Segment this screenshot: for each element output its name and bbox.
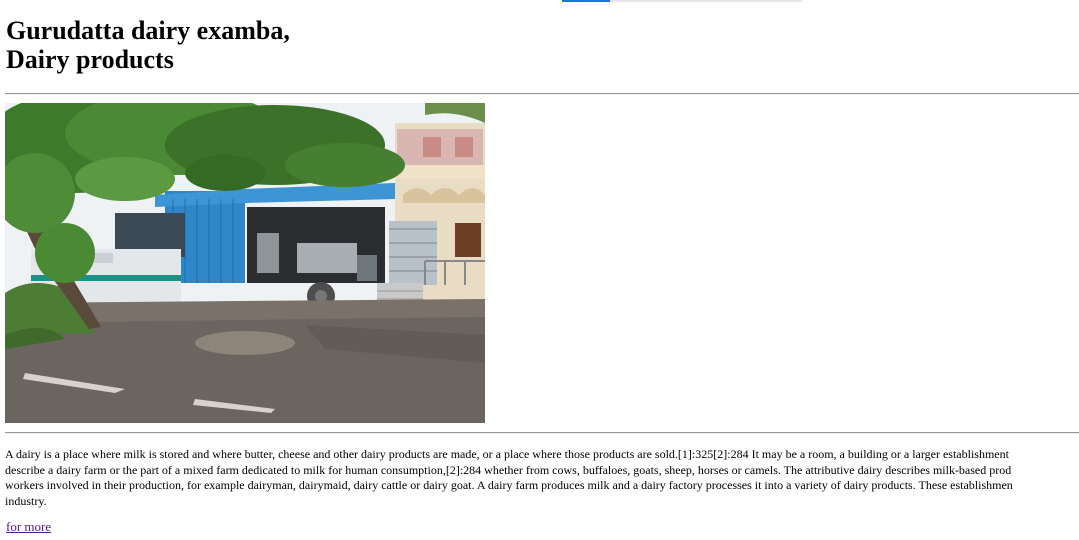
heading-line-1: Gurudatta dairy examba,: [6, 16, 290, 45]
dairy-description: A dairy is a place where milk is stored …: [5, 447, 1079, 509]
top-progress-indicator: [562, 0, 610, 2]
top-progress-bar: [562, 0, 802, 2]
dairy-shop-photo: [5, 103, 485, 423]
heading-line-2: Dairy products: [6, 45, 174, 74]
page-heading: Gurudatta dairy examba, Dairy products: [6, 16, 290, 74]
for-more-link[interactable]: for more: [6, 519, 51, 535]
description-line-2: describe a dairy farm or the part of a m…: [5, 462, 1012, 477]
divider-bottom: [5, 432, 1079, 434]
description-line-1: A dairy is a place where milk is stored …: [5, 447, 1009, 461]
divider-top: [5, 93, 1079, 95]
description-line-4: industry.: [5, 493, 47, 508]
description-line-3: workers involved in their production, fo…: [5, 478, 1013, 492]
